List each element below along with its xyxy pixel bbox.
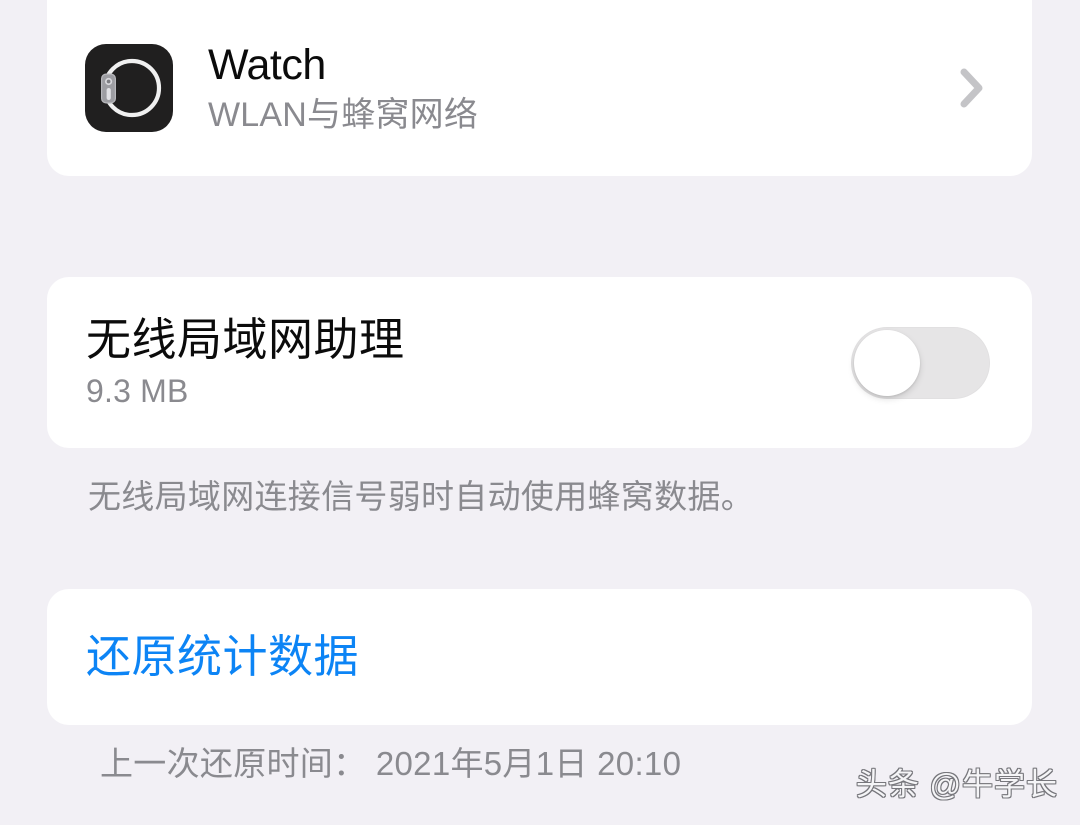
chevron-right-icon[interactable] [955, 60, 989, 116]
wlan-assistant-text: 无线局域网助理 9.3 MB [86, 313, 851, 410]
watch-subtitle: WLAN与蜂窝网络 [208, 96, 479, 135]
wlan-assistant-row[interactable]: 无线局域网助理 9.3 MB [47, 277, 1032, 448]
toggle-knob [854, 329, 920, 396]
watch-row-text: Watch WLAN与蜂窝网络 [208, 40, 955, 135]
settings-screen: Watch WLAN与蜂窝网络 无线局域网助理 9.3 MB 无线局域网连接信号… [0, 0, 1080, 825]
wlan-assistant-toggle[interactable] [851, 326, 990, 399]
wlan-assistant-card: 无线局域网助理 9.3 MB [47, 277, 1032, 448]
reset-statistics-card: 还原统计数据 [47, 589, 1032, 725]
wlan-assistant-data-usage: 9.3 MB [86, 373, 189, 410]
reset-statistics-row[interactable]: 还原统计数据 [47, 589, 1032, 725]
watch-title: Watch [208, 40, 326, 89]
watch-card: Watch WLAN与蜂窝网络 [47, 0, 1032, 176]
reset-statistics-button[interactable]: 还原统计数据 [86, 632, 359, 682]
wlan-assistant-description: 无线局域网连接信号弱时自动使用蜂窝数据。 [88, 478, 754, 515]
watermark: 头条 @牛学长 [855, 767, 1058, 802]
last-reset-timestamp: 上一次还原时间： 2021年5月1日 20:10 [100, 745, 682, 782]
watch-settings-row[interactable]: Watch WLAN与蜂窝网络 [47, 0, 1032, 176]
wlan-assistant-title: 无线局域网助理 [86, 313, 405, 365]
apple-watch-icon [85, 44, 173, 132]
